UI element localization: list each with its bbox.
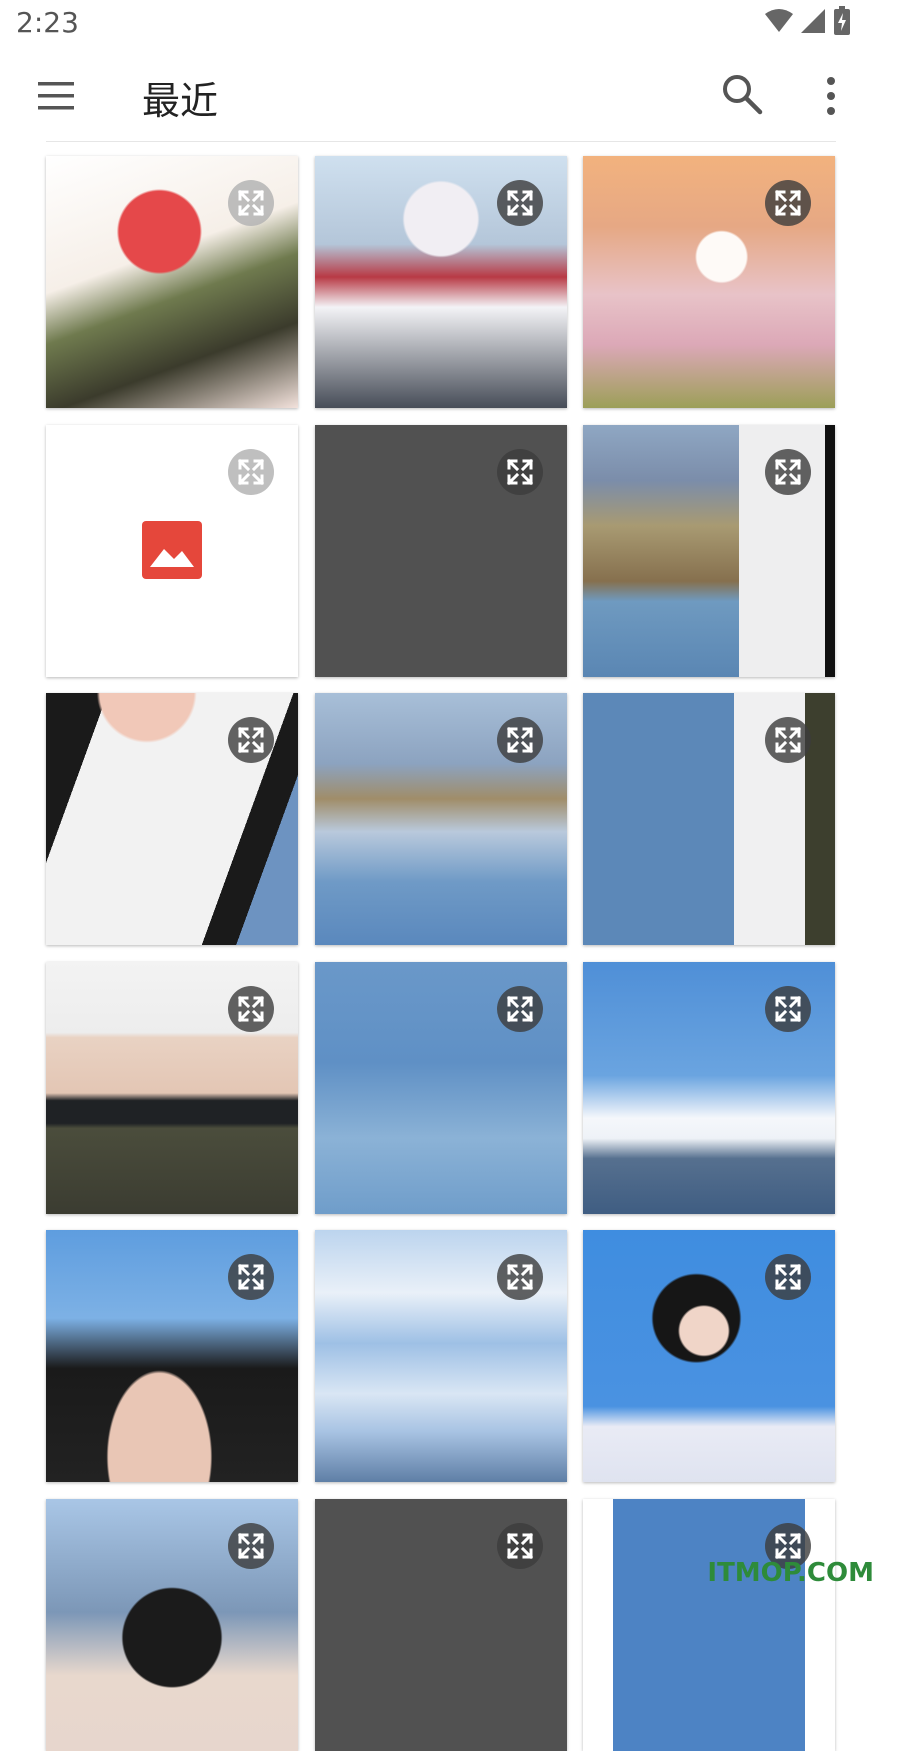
fullscreen-expand-icon: [236, 457, 266, 487]
hamburger-menu-icon[interactable]: [36, 78, 76, 114]
expand-fullscreen-button[interactable]: [497, 1254, 543, 1300]
wifi-icon: [764, 8, 794, 34]
expand-fullscreen-button[interactable]: [228, 449, 274, 495]
app-bar: 最近: [0, 50, 900, 140]
thumbnail-placeholder[interactable]: [46, 425, 298, 677]
photo-thumbnail[interactable]: [46, 962, 298, 1214]
fullscreen-expand-icon: [505, 725, 535, 755]
expand-fullscreen-button[interactable]: [228, 986, 274, 1032]
photo-thumbnail[interactable]: [315, 962, 567, 1214]
expand-fullscreen-button[interactable]: [497, 180, 543, 226]
photo-thumbnail[interactable]: [583, 156, 835, 408]
fullscreen-expand-icon: [505, 188, 535, 218]
status-time: 2:23: [16, 6, 79, 39]
photo-thumbnail[interactable]: [583, 962, 835, 1214]
status-bar: 2:23: [0, 0, 900, 50]
fullscreen-expand-icon: [773, 725, 803, 755]
fullscreen-expand-icon: [773, 1531, 803, 1561]
photo-thumbnail[interactable]: [315, 1499, 567, 1751]
expand-fullscreen-button[interactable]: [497, 717, 543, 763]
photo-thumbnail[interactable]: [315, 1230, 567, 1482]
expand-fullscreen-button[interactable]: [228, 180, 274, 226]
expand-fullscreen-button[interactable]: [228, 1254, 274, 1300]
photo-thumbnail[interactable]: [583, 693, 835, 945]
fullscreen-expand-icon: [505, 457, 535, 487]
photo-thumbnail[interactable]: [583, 1230, 835, 1482]
photo-thumbnail[interactable]: [46, 156, 298, 408]
photo-thumbnail[interactable]: [583, 1499, 835, 1751]
photo-thumbnail[interactable]: [46, 693, 298, 945]
expand-fullscreen-button[interactable]: [765, 449, 811, 495]
photo-thumbnail[interactable]: [583, 425, 835, 677]
fullscreen-expand-icon: [236, 725, 266, 755]
expand-fullscreen-button[interactable]: [765, 717, 811, 763]
expand-fullscreen-button[interactable]: [228, 717, 274, 763]
fullscreen-expand-icon: [236, 188, 266, 218]
fullscreen-expand-icon: [773, 457, 803, 487]
status-icons: [764, 6, 852, 36]
photo-thumbnail[interactable]: [46, 1499, 298, 1751]
expand-fullscreen-button[interactable]: [497, 986, 543, 1032]
fullscreen-expand-icon: [773, 994, 803, 1024]
fullscreen-expand-icon: [773, 188, 803, 218]
page-title: 最近: [142, 70, 218, 125]
watermark-text: ITMOP.COM: [707, 1558, 874, 1588]
expand-fullscreen-button[interactable]: [765, 180, 811, 226]
battery-charging-icon: [832, 6, 852, 36]
more-vert-icon[interactable]: [816, 74, 846, 118]
cell-signal-icon: [800, 8, 826, 34]
expand-fullscreen-button[interactable]: [497, 449, 543, 495]
expand-fullscreen-button[interactable]: [497, 1523, 543, 1569]
photo-thumbnail[interactable]: [46, 1230, 298, 1482]
photo-thumbnail[interactable]: [315, 425, 567, 677]
photo-thumbnail[interactable]: [315, 156, 567, 408]
fullscreen-expand-icon: [236, 1262, 266, 1292]
search-icon[interactable]: [720, 72, 764, 116]
image-placeholder-icon: [142, 521, 202, 579]
expand-fullscreen-button[interactable]: [228, 1523, 274, 1569]
fullscreen-expand-icon: [236, 1531, 266, 1561]
app-bar-divider: [46, 141, 836, 142]
fullscreen-expand-icon: [505, 994, 535, 1024]
fullscreen-expand-icon: [505, 1531, 535, 1561]
photo-thumbnail[interactable]: [315, 693, 567, 945]
fullscreen-expand-icon: [505, 1262, 535, 1292]
expand-fullscreen-button[interactable]: [765, 1254, 811, 1300]
expand-fullscreen-button[interactable]: [765, 986, 811, 1032]
fullscreen-expand-icon: [773, 1262, 803, 1292]
fullscreen-expand-icon: [236, 994, 266, 1024]
